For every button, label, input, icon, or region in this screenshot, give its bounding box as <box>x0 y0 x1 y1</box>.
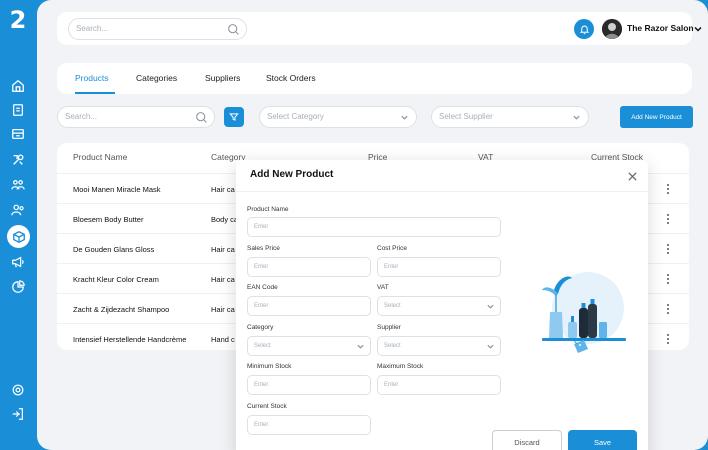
product-name-cell: Zacht & Zijdezacht Shampoo <box>73 305 170 314</box>
tab-categories[interactable]: Categories <box>136 73 177 83</box>
product-name-cell: De Gouden Glans Gloss <box>73 245 155 254</box>
minimum-stock-field[interactable]: Enter <box>247 375 371 395</box>
field-placeholder: Enter <box>254 382 269 388</box>
field-label: Category <box>247 324 274 331</box>
modal-title: Add New Product <box>250 169 334 180</box>
supplier-select[interactable]: Select Supplier <box>431 106 589 128</box>
book-icon[interactable] <box>8 100 28 120</box>
user-name[interactable]: The Razor Salon <box>627 23 694 33</box>
active-tab-indicator <box>75 92 115 94</box>
field-label: Maximum Stock <box>377 363 424 370</box>
column-header[interactable]: Product Name <box>73 152 127 162</box>
global-search[interactable] <box>68 18 247 40</box>
add-new-product-button[interactable]: Add New Product <box>620 106 693 128</box>
home-icon[interactable] <box>8 76 28 96</box>
product-name-cell: Kracht Kleur Color Cream <box>73 275 159 284</box>
field-placeholder: Select <box>384 343 401 349</box>
category-select-value: Select Category <box>267 112 324 121</box>
inbox-icon[interactable] <box>8 124 28 144</box>
field-label: Supplier <box>377 324 401 331</box>
field-placeholder: Select <box>384 303 401 309</box>
chevron-down-icon <box>573 115 580 120</box>
field-label: Current Stock <box>247 403 287 410</box>
sales-price-field[interactable]: Enter <box>247 257 371 277</box>
field-placeholder: Enter <box>254 422 269 428</box>
field-placeholder: Enter <box>254 264 269 270</box>
logout-icon[interactable] <box>8 404 28 424</box>
field-label: VAT <box>377 284 389 291</box>
field-placeholder: Enter <box>254 303 269 309</box>
supplier-select-value: Select Supplier <box>439 112 493 121</box>
product-name-cell: Bloesem Body Butter <box>73 215 144 224</box>
pie-chart-icon[interactable] <box>8 277 28 297</box>
category-field-select[interactable]: Select <box>247 336 371 356</box>
field-placeholder: Select <box>254 343 271 349</box>
more-options-icon[interactable] <box>665 303 671 315</box>
product-illustration <box>542 272 626 353</box>
chevron-down-icon <box>487 304 494 309</box>
more-options-icon[interactable] <box>665 213 671 225</box>
chevron-down-icon[interactable] <box>693 24 703 34</box>
search-icon[interactable] <box>195 111 208 124</box>
category-cell: Hair ca <box>211 275 235 284</box>
tab-products[interactable]: Products <box>75 73 109 83</box>
user-avatar[interactable] <box>602 19 622 39</box>
more-options-icon[interactable] <box>665 273 671 285</box>
more-options-icon[interactable] <box>665 183 671 195</box>
global-search-input[interactable] <box>76 24 206 33</box>
clients-icon[interactable] <box>8 200 28 220</box>
tab-suppliers[interactable]: Suppliers <box>205 73 240 83</box>
box-icon[interactable] <box>7 225 30 248</box>
product-name-cell: Mooi Manen Miracle Mask <box>73 185 161 194</box>
ean-code-field[interactable]: Enter <box>247 296 371 316</box>
notification-bell-icon[interactable] <box>574 19 594 39</box>
modal-divider <box>236 191 648 192</box>
megaphone-icon[interactable] <box>8 252 28 272</box>
category-cell: Hair ca <box>211 305 235 314</box>
category-cell: Hair ca <box>211 245 235 254</box>
category-cell: Hair ca <box>211 185 235 194</box>
chevron-down-icon <box>401 115 408 120</box>
more-options-icon[interactable] <box>665 333 671 345</box>
category-cell: Hand c <box>211 335 235 344</box>
filter-button[interactable] <box>224 107 244 127</box>
product-name-cell: Intensief Herstellende Handcrème <box>73 335 187 344</box>
product-search-input[interactable] <box>65 112 195 121</box>
field-placeholder: Enter <box>254 224 269 230</box>
tabs-bar: Products Categories Suppliers Stock Orde… <box>57 63 692 94</box>
field-label: Cost Price <box>377 245 407 252</box>
field-label: Minimum Stock <box>247 363 292 370</box>
close-icon[interactable] <box>627 171 638 182</box>
field-label: Product Name <box>247 206 289 213</box>
add-product-modal: Add New Product Product Name Enter Sales… <box>236 160 648 450</box>
tools-icon[interactable] <box>8 150 28 170</box>
category-select[interactable]: Select Category <box>259 106 417 128</box>
search-icon[interactable] <box>227 23 240 36</box>
maximum-stock-field[interactable]: Enter <box>377 375 501 395</box>
settings-icon[interactable] <box>8 380 28 400</box>
product-search[interactable] <box>57 106 215 128</box>
more-options-icon[interactable] <box>665 243 671 255</box>
product-name-field[interactable]: Enter <box>247 217 501 237</box>
chevron-down-icon <box>357 344 364 349</box>
team-icon[interactable] <box>8 175 28 195</box>
current-stock-field[interactable]: Enter <box>247 415 371 435</box>
sidebar: 2 <box>0 0 37 450</box>
vat-select[interactable]: Select <box>377 296 501 316</box>
filter-icon <box>229 113 239 121</box>
supplier-field-select[interactable]: Select <box>377 336 501 356</box>
top-bar: The Razor Salon <box>57 12 702 45</box>
app-logo[interactable]: 2 <box>7 8 29 32</box>
field-label: Sales Price <box>247 245 280 252</box>
cost-price-field[interactable]: Enter <box>377 257 501 277</box>
chevron-down-icon <box>487 344 494 349</box>
discard-button[interactable]: Discard <box>492 430 562 450</box>
tab-stock-orders[interactable]: Stock Orders <box>266 73 316 83</box>
save-button[interactable]: Save <box>568 430 637 450</box>
field-placeholder: Enter <box>384 264 399 270</box>
category-cell: Body ca <box>211 215 239 224</box>
field-label: EAN Code <box>247 284 278 291</box>
field-placeholder: Enter <box>384 382 399 388</box>
app-frame: 2 Search... The Razor Salon Products Cat… <box>0 0 708 450</box>
